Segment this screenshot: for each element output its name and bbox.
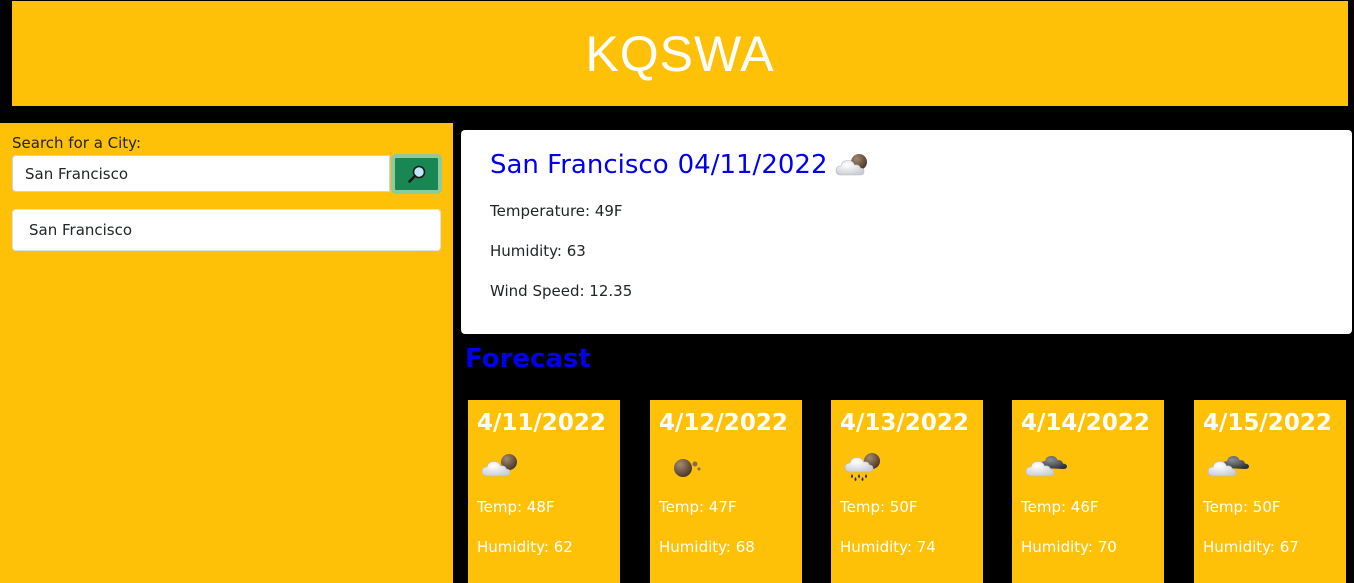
forecast-humidity: Humidity: 70: [1021, 538, 1117, 556]
forecast-humidity: Humidity: 68: [659, 538, 755, 556]
forecast-temp: Temp: 48F: [477, 498, 555, 516]
app-title: KQSWA: [585, 25, 775, 82]
forecast-temp: Temp: 47F: [659, 498, 737, 516]
forecast-date: 4/11/2022: [477, 410, 606, 436]
forecast-date: 4/14/2022: [1021, 410, 1150, 436]
forecast-humidity: Humidity: 67: [1203, 538, 1299, 556]
search-label: Search for a City:: [12, 134, 142, 152]
app-header: KQSWA: [12, 1, 1348, 106]
sidebar: Search for a City: San Francisco: [0, 123, 453, 583]
forecast-date: 4/13/2022: [840, 410, 969, 436]
current-date: 04/11/2022: [677, 150, 828, 180]
forecast-card: 4/13/2022 Temp: 50F Humidity: 74: [831, 400, 983, 583]
search-icon: [407, 165, 425, 183]
forecast-date: 4/12/2022: [659, 410, 788, 436]
history-item-san-francisco[interactable]: San Francisco: [12, 209, 441, 251]
partly-cloudy-icon: [836, 154, 868, 176]
forecast-temp: Temp: 50F: [1203, 498, 1281, 516]
city-search-input[interactable]: [12, 155, 390, 192]
forecast-card: 4/12/2022 Temp: 47F Humidity: 68: [650, 400, 802, 583]
current-wind-speed: Wind Speed: 12.35: [490, 282, 633, 300]
forecast-date: 4/15/2022: [1203, 410, 1332, 436]
current-temperature: Temperature: 49F: [490, 202, 623, 220]
forecast-card: 4/14/2022 Temp: 46F Humidity: 70: [1012, 400, 1164, 583]
forecast-humidity: Humidity: 62: [477, 538, 573, 556]
forecast-card: 4/11/2022 Temp: 48F Humidity: 62: [468, 400, 620, 583]
partly-cloudy-icon: [481, 454, 517, 477]
broken-clouds-icon: [1025, 456, 1067, 477]
forecast-temp: Temp: 50F: [840, 498, 918, 516]
current-city: San Francisco: [490, 150, 669, 180]
overcast-icon: [674, 459, 701, 477]
current-weather-card: San Francisco 04/11/2022 Temperature: 49…: [461, 130, 1352, 334]
forecast-humidity: Humidity: 74: [840, 538, 936, 556]
forecast-heading: Forecast: [465, 344, 591, 374]
rain-icon: [844, 453, 880, 481]
current-humidity: Humidity: 63: [490, 242, 586, 260]
forecast-temp: Temp: 46F: [1021, 498, 1099, 516]
search-button[interactable]: [391, 154, 442, 194]
broken-clouds-icon: [1207, 456, 1249, 477]
current-weather-title: San Francisco 04/11/2022: [490, 150, 875, 180]
forecast-card: 4/15/2022 Temp: 50F Humidity: 67: [1194, 400, 1346, 583]
